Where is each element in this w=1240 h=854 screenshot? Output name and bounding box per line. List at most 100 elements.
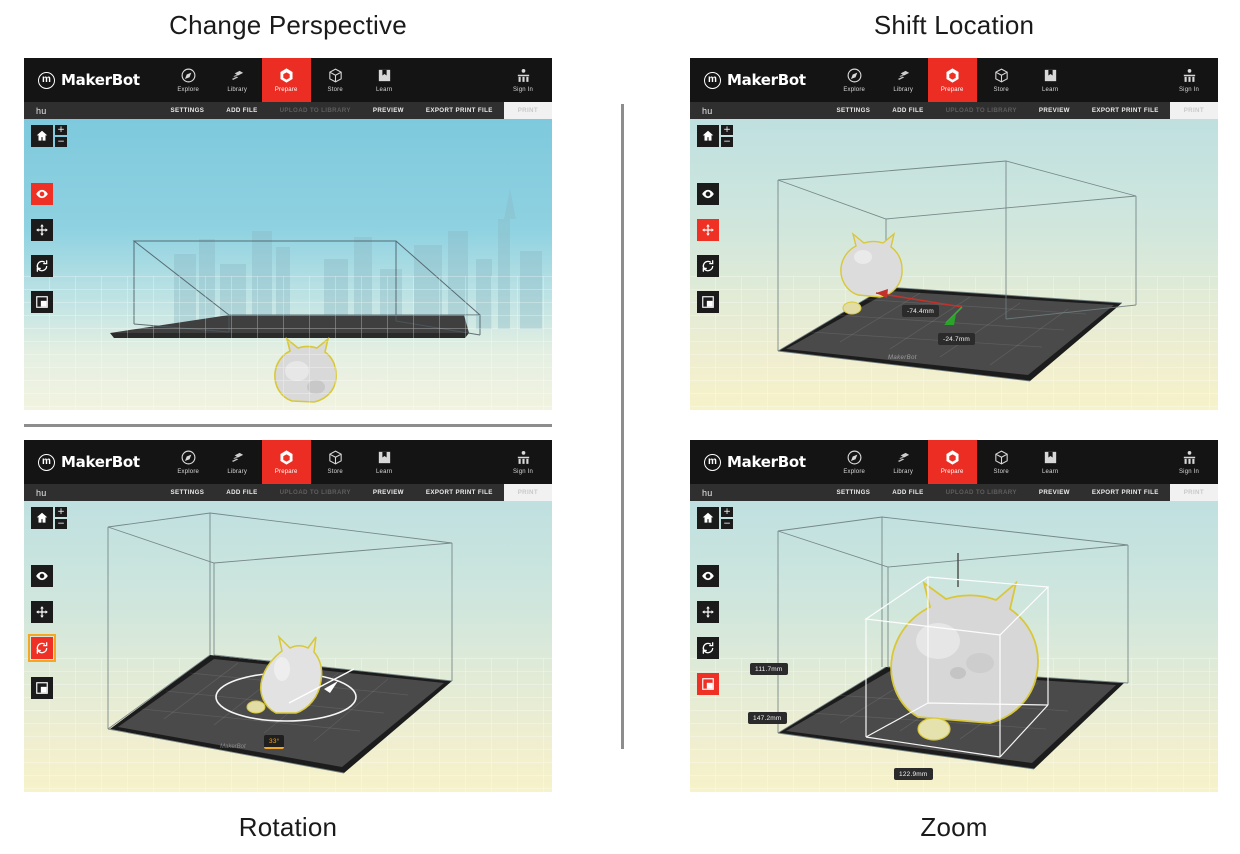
sign-in-button[interactable]: Sign In — [1164, 440, 1214, 484]
nav-item-library[interactable]: Library — [213, 58, 262, 102]
scale-tool-button[interactable] — [697, 673, 719, 695]
nav-item-learn[interactable]: Learn — [360, 440, 409, 484]
settings-button[interactable]: SETTINGS — [826, 484, 882, 501]
view-row — [697, 565, 739, 587]
view-tool-button[interactable] — [697, 565, 719, 587]
nav-item-explore[interactable]: Explore — [830, 58, 879, 102]
add-file-button[interactable]: ADD FILE — [215, 484, 268, 501]
settings-button[interactable]: SETTINGS — [160, 102, 216, 119]
home-tool-button[interactable] — [31, 507, 53, 529]
nav-item-learn[interactable]: Learn — [1026, 440, 1075, 484]
export-print-file-button[interactable]: EXPORT PRINT FILE — [1081, 102, 1170, 119]
scale-tool-button[interactable] — [31, 677, 53, 699]
nav-item-library[interactable]: Library — [213, 440, 262, 484]
add-file-button[interactable]: ADD FILE — [881, 484, 934, 501]
project-tab[interactable]: hu — [24, 488, 47, 498]
3d-viewport-change-perspective[interactable]: + − — [24, 119, 552, 410]
rotate-tool-button[interactable] — [31, 255, 53, 277]
nav-label-prepare: Prepare — [940, 87, 964, 93]
tool-rail: + − — [28, 507, 73, 713]
move-row — [697, 219, 739, 241]
caption-shift-location: Shift Location — [873, 10, 1035, 40]
settings-button[interactable]: SETTINGS — [160, 484, 216, 501]
move-tool-button[interactable] — [697, 219, 719, 241]
zoom-in-button[interactable]: + — [55, 507, 67, 517]
rotate-tool-button[interactable] — [697, 637, 719, 659]
preview-button[interactable]: PREVIEW — [362, 484, 415, 501]
zoom-out-button[interactable]: − — [721, 137, 733, 147]
export-print-file-button[interactable]: EXPORT PRINT FILE — [415, 102, 504, 119]
nav-item-prepare[interactable]: Prepare — [261, 58, 311, 102]
project-tab[interactable]: hu — [690, 488, 713, 498]
box-icon — [329, 450, 342, 465]
zoom-out-button[interactable]: − — [55, 137, 67, 147]
3d-viewport-zoom[interactable]: 111.7mm 147.2mm 122.9mm + − — [690, 501, 1218, 792]
preview-button[interactable]: PREVIEW — [362, 102, 415, 119]
nav-label-store: Store — [993, 87, 1009, 93]
zoom-in-button[interactable]: + — [721, 125, 733, 135]
home-tool-button[interactable] — [31, 125, 53, 147]
makerbot-mark-icon: m — [38, 453, 55, 471]
export-print-file-button[interactable]: EXPORT PRINT FILE — [1081, 484, 1170, 501]
nav-item-learn[interactable]: Learn — [360, 58, 409, 102]
move-tool-button[interactable] — [31, 601, 53, 623]
scale-row — [31, 677, 73, 699]
nav-item-prepare[interactable]: Prepare — [261, 440, 311, 484]
nav-item-store[interactable]: Store — [977, 440, 1026, 484]
view-tool-button[interactable] — [31, 183, 53, 205]
3d-viewport-rotation[interactable]: MakerBot 33° + − — [24, 501, 552, 792]
view-tool-button[interactable] — [697, 183, 719, 205]
tool-rail: + − — [697, 507, 739, 709]
home-row: + − — [31, 507, 73, 529]
nav-item-store[interactable]: Store — [311, 58, 360, 102]
sign-in-button[interactable]: Sign In — [498, 58, 548, 102]
settings-button[interactable]: SETTINGS — [826, 102, 882, 119]
nav-item-learn[interactable]: Learn — [1026, 58, 1075, 102]
sub-toolbar-actions: SETTINGS ADD FILE UPLOAD TO LIBRARY PREV… — [160, 102, 552, 119]
nav-item-prepare[interactable]: Prepare — [927, 440, 977, 484]
nav-item-store[interactable]: Store — [977, 58, 1026, 102]
preview-button[interactable]: PREVIEW — [1028, 102, 1081, 119]
scene-geometry — [777, 516, 1129, 770]
nav-item-prepare[interactable]: Prepare — [927, 58, 977, 102]
box-icon — [329, 68, 342, 83]
rotate-tool-button[interactable] — [697, 255, 719, 277]
3d-viewport-shift-location[interactable]: MakerBot -74.4mm -24.7mm MakerBot + − — [690, 119, 1218, 410]
measurement-chip-angle: 33° — [264, 735, 285, 749]
home-row: + − — [697, 507, 739, 529]
add-file-button[interactable]: ADD FILE — [215, 102, 268, 119]
books-icon — [231, 70, 243, 80]
nav-label-store: Store — [327, 469, 343, 475]
view-tool-button[interactable] — [31, 565, 53, 587]
compass-icon — [847, 68, 862, 83]
home-tool-button[interactable] — [697, 125, 719, 147]
makerbot-window-change-perspective: m MakerBot Explore Library Prepare Store… — [24, 58, 552, 410]
nav-label-explore: Explore — [177, 469, 200, 475]
nav-item-explore[interactable]: Explore — [164, 58, 213, 102]
scale-tool-button[interactable] — [31, 291, 53, 313]
zoom-out-button[interactable]: − — [55, 519, 67, 529]
move-tool-button[interactable] — [697, 601, 719, 623]
rotate-tool-button[interactable] — [28, 634, 56, 662]
scale-tool-button[interactable] — [697, 291, 719, 313]
zoom-in-button[interactable]: + — [55, 125, 67, 135]
print-button: PRINT — [1169, 102, 1218, 119]
nav-item-store[interactable]: Store — [311, 440, 360, 484]
sign-in-button[interactable]: Sign In — [498, 440, 548, 484]
nav-item-library[interactable]: Library — [879, 58, 928, 102]
nav-items: Explore Library Prepare Store Learn — [830, 440, 1075, 484]
export-print-file-button[interactable]: EXPORT PRINT FILE — [415, 484, 504, 501]
sign-in-button[interactable]: Sign In — [1164, 58, 1214, 102]
zoom-out-button[interactable]: − — [721, 519, 733, 529]
move-tool-button[interactable] — [31, 219, 53, 241]
project-tab[interactable]: hu — [690, 106, 713, 116]
nav-item-explore[interactable]: Explore — [164, 440, 213, 484]
home-tool-button[interactable] — [697, 507, 719, 529]
sub-toolbar: hu SETTINGS ADD FILE UPLOAD TO LIBRARY P… — [690, 484, 1218, 501]
zoom-in-button[interactable]: + — [721, 507, 733, 517]
project-tab[interactable]: hu — [24, 106, 47, 116]
nav-item-explore[interactable]: Explore — [830, 440, 879, 484]
preview-button[interactable]: PREVIEW — [1028, 484, 1081, 501]
nav-item-library[interactable]: Library — [879, 440, 928, 484]
add-file-button[interactable]: ADD FILE — [881, 102, 934, 119]
